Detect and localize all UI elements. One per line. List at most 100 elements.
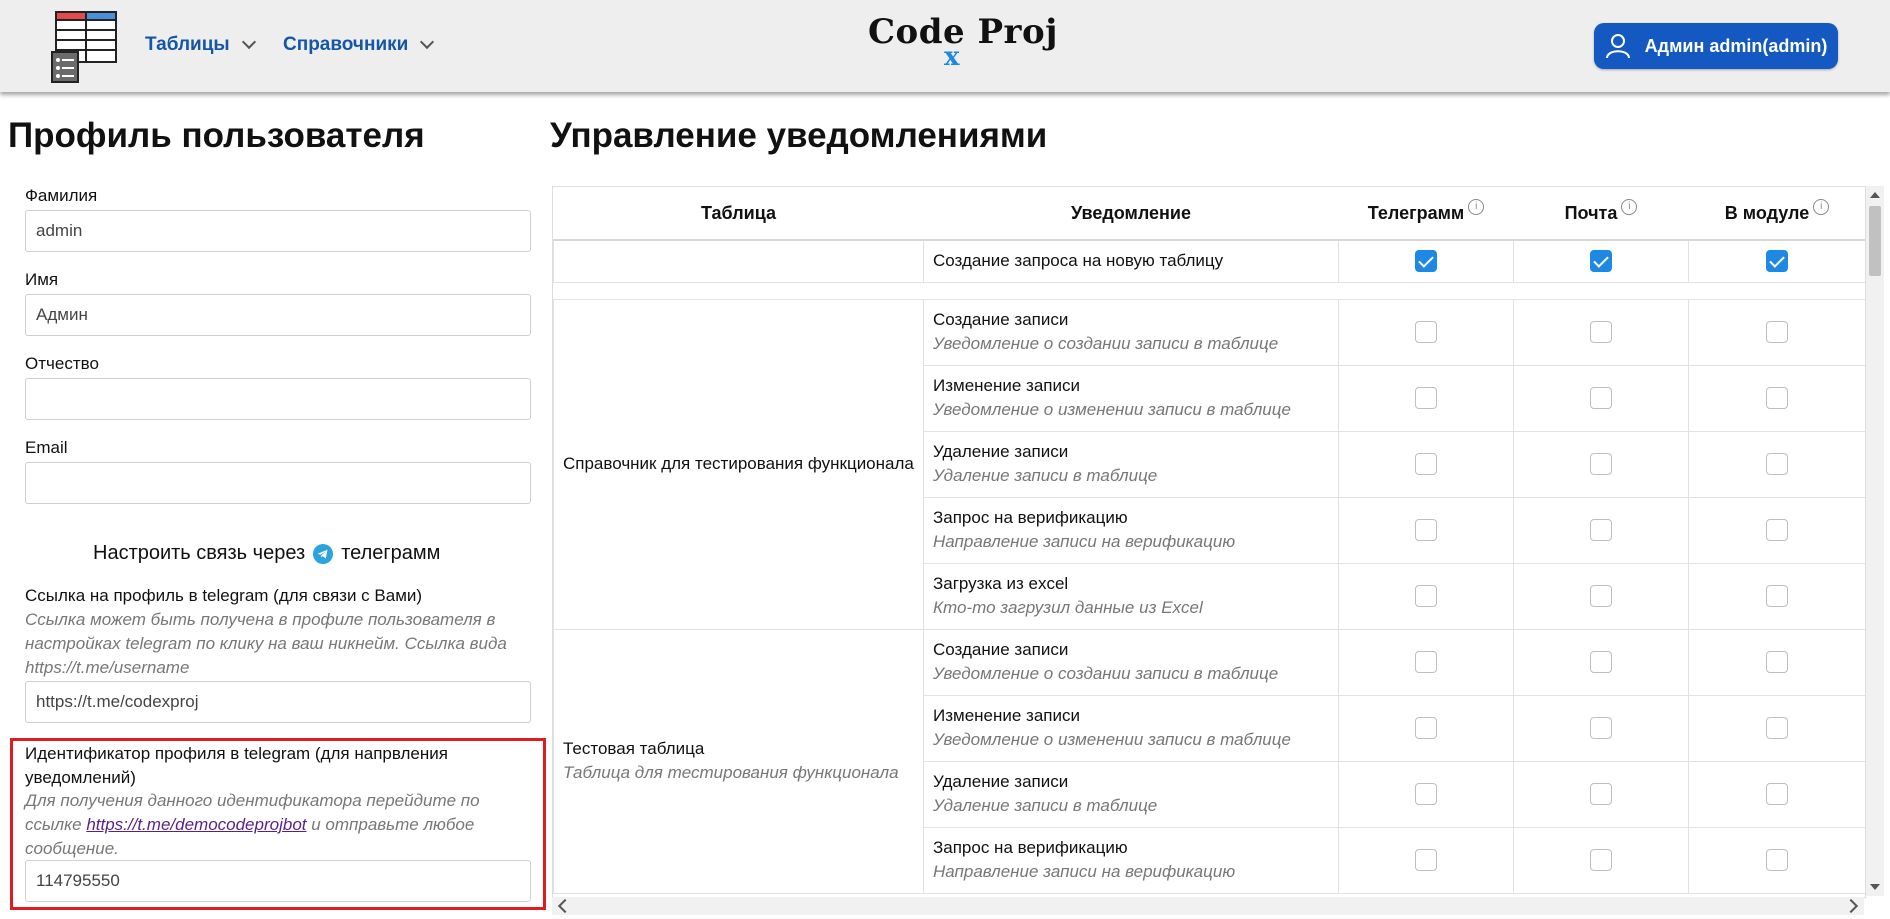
notify-checkbox[interactable]: [1415, 849, 1437, 871]
table-header-row: Таблица Уведомление Телеграмм i Почта i В …: [553, 187, 1865, 241]
notify-checkbox[interactable]: [1590, 321, 1612, 343]
checkbox-cell: [1513, 298, 1689, 366]
table-spacer: [553, 281, 1865, 300]
notify-checkbox[interactable]: [1590, 387, 1612, 409]
notify-checkbox[interactable]: [1415, 321, 1437, 343]
notify-checkbox[interactable]: [1415, 783, 1437, 805]
tg-link-hint: Ссылка может быть получена в профиле пол…: [25, 610, 507, 677]
notification-title: Удаление записи: [933, 442, 1069, 461]
table-row: Создание запроса на новую таблицу: [553, 239, 1865, 283]
scroll-left-arrow-icon[interactable]: [557, 898, 573, 914]
notify-checkbox[interactable]: [1590, 453, 1612, 475]
notification-description: Уведомление о создании записи в таблице: [933, 664, 1279, 683]
vertical-scrollbar[interactable]: [1866, 186, 1884, 896]
checkbox-cell: [1688, 562, 1865, 630]
scrollbar-thumb[interactable]: [1869, 206, 1881, 276]
notify-checkbox[interactable]: [1590, 651, 1612, 673]
checkbox-cell: [1513, 562, 1689, 630]
notifications-title: Управление уведомлениями: [550, 116, 1048, 155]
col-header-table: Таблица: [553, 187, 924, 241]
notify-checkbox[interactable]: [1766, 519, 1788, 541]
checkbox-cell: [1338, 364, 1514, 432]
middle-name-label: Отчество: [25, 354, 99, 373]
notify-checkbox[interactable]: [1415, 250, 1437, 273]
checkbox-cell: [1338, 239, 1514, 283]
checkbox-cell: [1688, 628, 1865, 696]
nav-directories-label: Справочники: [283, 34, 409, 55]
checkbox-cell: [1338, 826, 1514, 894]
scroll-down-arrow-icon[interactable]: [1870, 884, 1880, 890]
notification-cell: Изменение записи Уведомление о изменении …: [923, 694, 1339, 762]
notification-description: Направление записи на верификацию: [933, 532, 1236, 551]
notification-cell: Запрос на верификацию Направление записи …: [923, 496, 1339, 564]
notify-checkbox[interactable]: [1415, 651, 1437, 673]
notify-checkbox[interactable]: [1415, 453, 1437, 475]
table-logo-icon[interactable]: [50, 10, 124, 84]
notify-checkbox[interactable]: [1590, 585, 1612, 607]
notify-checkbox[interactable]: [1590, 717, 1612, 739]
notifications-table-container[interactable]: Таблица Уведомление Телеграмм i Почта i В …: [552, 186, 1866, 898]
first-name-label: Имя: [25, 270, 59, 289]
table-name: Тестовая таблица: [563, 739, 705, 758]
notification-cell: Удаление записи Удаление записи в таблице: [923, 760, 1339, 828]
col-header-module: В модуле i: [1688, 187, 1865, 241]
email-input[interactable]: [25, 462, 531, 504]
checkbox-cell: [1338, 298, 1514, 366]
notification-title: Запрос на верификацию: [933, 838, 1128, 857]
notify-checkbox[interactable]: [1766, 717, 1788, 739]
notify-checkbox[interactable]: [1766, 849, 1788, 871]
notify-checkbox[interactable]: [1415, 585, 1437, 607]
table-row: Справочник для тестирования функционала С…: [553, 298, 1865, 630]
nav-directories[interactable]: Справочники: [283, 34, 435, 56]
notify-checkbox[interactable]: [1590, 783, 1612, 805]
notification-title: Создание записи: [933, 310, 1069, 329]
table-description: Таблица для тестирования функционала: [563, 763, 899, 782]
info-icon[interactable]: i: [1621, 198, 1638, 215]
highlight-frame: [10, 738, 546, 910]
info-icon[interactable]: i: [1813, 198, 1830, 215]
notify-checkbox[interactable]: [1415, 387, 1437, 409]
col-header-notification: Уведомление: [923, 187, 1339, 241]
notification-cell: Создание записи Уведомление о создании за…: [923, 298, 1339, 366]
info-icon[interactable]: i: [1468, 198, 1485, 215]
checkbox-cell: [1513, 694, 1689, 762]
checkbox-cell: [1513, 826, 1689, 894]
notification-description: Удаление записи в таблице: [933, 466, 1158, 485]
notify-checkbox[interactable]: [1766, 783, 1788, 805]
notify-checkbox[interactable]: [1415, 519, 1437, 541]
middle-name-input[interactable]: [25, 378, 531, 420]
notify-checkbox[interactable]: [1590, 849, 1612, 871]
tg-link-input[interactable]: [25, 681, 531, 723]
scroll-up-arrow-icon[interactable]: [1870, 192, 1880, 198]
notifications-table: Таблица Уведомление Телеграмм i Почта i В …: [553, 187, 1865, 894]
horizontal-scrollbar[interactable]: [552, 897, 1864, 915]
checkbox-cell: [1688, 364, 1865, 432]
notify-checkbox[interactable]: [1766, 651, 1788, 673]
notify-checkbox[interactable]: [1766, 321, 1788, 343]
notify-checkbox[interactable]: [1766, 453, 1788, 475]
notification-description: Уведомление о создании записи в таблице: [933, 334, 1279, 353]
brand-logo[interactable]: Code Proj x: [868, 12, 1058, 72]
notify-checkbox[interactable]: [1590, 519, 1612, 541]
notification-cell: Создание записи Уведомление о создании за…: [923, 628, 1339, 696]
notify-checkbox[interactable]: [1766, 250, 1788, 273]
notify-checkbox[interactable]: [1766, 387, 1788, 409]
first-name-input[interactable]: [25, 294, 531, 336]
checkbox-cell: [1338, 430, 1514, 498]
checkbox-cell: [1338, 628, 1514, 696]
notify-checkbox[interactable]: [1766, 585, 1788, 607]
last-name-label: Фамилия: [25, 186, 98, 205]
notification-cell: Изменение записи Уведомление о изменении …: [923, 364, 1339, 432]
notify-checkbox[interactable]: [1590, 250, 1612, 273]
nav-tables[interactable]: Таблицы: [145, 34, 256, 56]
notification-title: Запрос на верификацию: [933, 508, 1128, 527]
notify-checkbox[interactable]: [1415, 717, 1437, 739]
user-profile-button[interactable]: Админ admin(admin): [1594, 23, 1838, 69]
checkbox-cell: [1688, 298, 1865, 366]
scroll-right-arrow-icon[interactable]: [1843, 898, 1859, 914]
last-name-input[interactable]: [25, 210, 531, 252]
checkbox-cell: [1688, 430, 1865, 498]
profile-title: Профиль пользователя: [8, 116, 425, 155]
chevron-down-icon: [241, 34, 256, 50]
col-header-telegram: Телеграмм i: [1338, 187, 1514, 241]
